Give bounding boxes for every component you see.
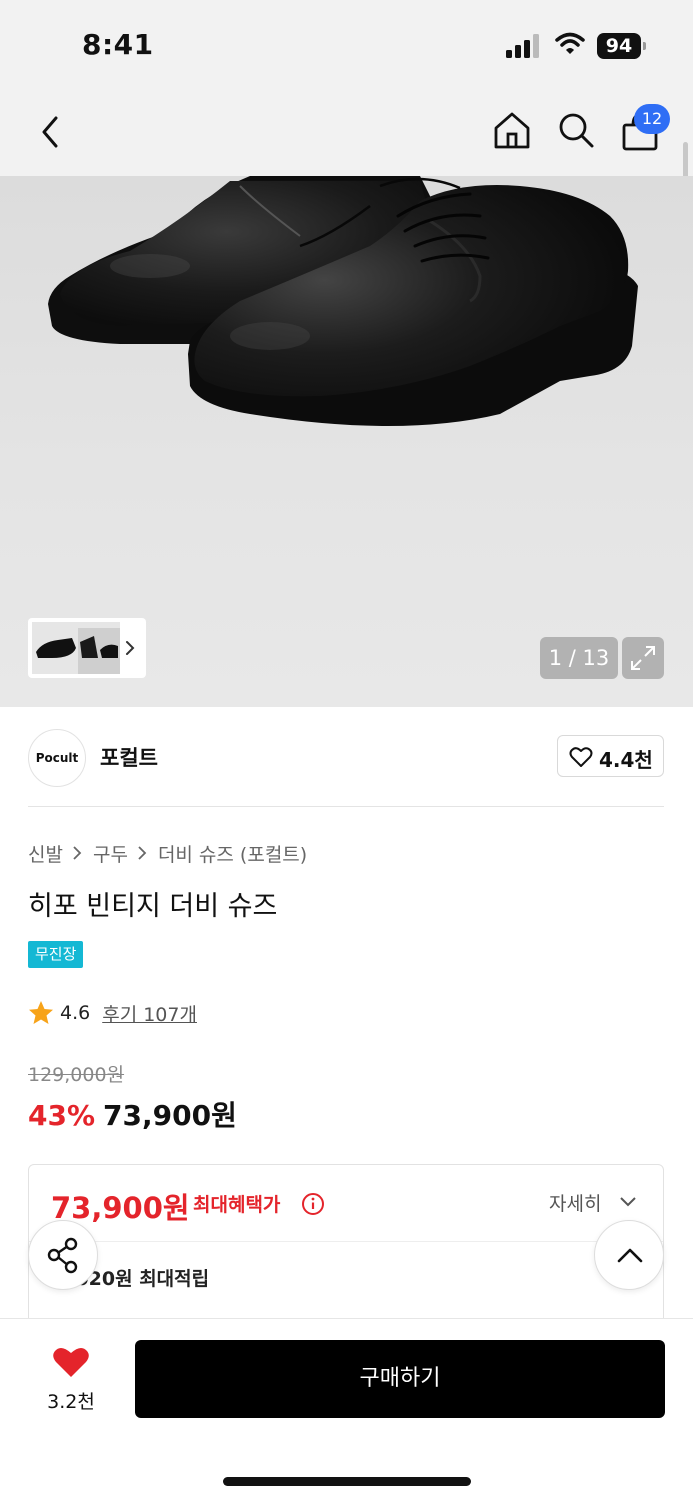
status-time: 8:41 [82, 28, 154, 61]
battery-indicator: 94 [597, 33, 647, 59]
battery-level: 94 [597, 33, 641, 59]
sale-price: 73,900원 [103, 1099, 237, 1132]
max-benefit-label: 최대혜택가 [193, 1194, 281, 1216]
home-indicator [223, 1477, 471, 1486]
original-price: 129,000원 [28, 1064, 125, 1086]
info-icon[interactable] [301, 1192, 325, 1216]
cart-count-badge: 12 [634, 104, 670, 134]
breadcrumb-item[interactable]: 더비 슈즈 (포컬트) [158, 840, 307, 867]
chevron-right-icon[interactable] [123, 636, 137, 660]
chevron-down-icon[interactable] [619, 1195, 637, 1209]
rating-row: 4.6 후기 107개 [28, 998, 197, 1028]
chevron-right-icon [73, 846, 82, 860]
delivery-tag-badge: 무진장 [28, 941, 84, 968]
back-icon[interactable] [34, 110, 68, 154]
heart-outline-icon [569, 747, 593, 767]
expand-button[interactable] [622, 637, 664, 679]
arrow-up-icon [617, 1248, 643, 1263]
divider [28, 806, 664, 807]
brand-like-count: 4.4천 [599, 748, 653, 772]
chevron-right-icon [138, 846, 147, 860]
product-title: 히포 빈티지 더비 슈즈 [28, 891, 278, 922]
search-icon[interactable] [556, 110, 596, 150]
breadcrumb-item[interactable]: 구두 [93, 840, 128, 867]
benefit-box: 73,900원 최대혜택가 자세히 1,020원 최대적립 [28, 1164, 664, 1334]
home-icon[interactable] [492, 110, 532, 150]
top-navigation: 12 [0, 90, 693, 176]
thumbnail-image[interactable] [32, 622, 120, 674]
scroll-top-button[interactable] [594, 1220, 664, 1290]
wish-count: 3.2천 [47, 1391, 95, 1413]
heart-icon[interactable] [52, 1345, 90, 1379]
buy-button[interactable]: 구매하기 [135, 1340, 665, 1418]
thumbnail-strip[interactable] [28, 618, 146, 678]
expand-icon [631, 646, 655, 670]
benefit-divider [29, 1241, 663, 1242]
breadcrumb: 신발 구두 더비 슈즈 (포컬트) [28, 840, 307, 866]
brand-like-button[interactable]: 4.4천 [557, 735, 664, 777]
rating-value: 4.6 [60, 1002, 91, 1024]
battery-tip [643, 42, 646, 50]
breadcrumb-item[interactable]: 신발 [28, 840, 63, 867]
image-counter: 1 / 13 [540, 637, 618, 679]
brand-logo[interactable]: Pocult [28, 729, 86, 787]
brand-name[interactable]: 포컬트 [100, 742, 158, 772]
share-button[interactable] [28, 1220, 98, 1290]
star-icon [29, 1001, 53, 1024]
discount-rate: 43% [28, 1099, 96, 1132]
wifi-icon [555, 32, 585, 54]
share-icon [47, 1237, 78, 1274]
bottom-action-bar: 3.2천 구매하기 [0, 1318, 693, 1500]
status-bar: 8:41 94 [0, 0, 693, 90]
price-row: 43% 73,900원 [28, 1094, 237, 1134]
cellular-signal-icon [506, 34, 539, 58]
detail-toggle[interactable]: 자세히 [549, 1189, 601, 1216]
product-image[interactable]: 1 / 13 [0, 176, 693, 707]
review-count-link[interactable]: 후기 107개 [102, 1000, 197, 1027]
